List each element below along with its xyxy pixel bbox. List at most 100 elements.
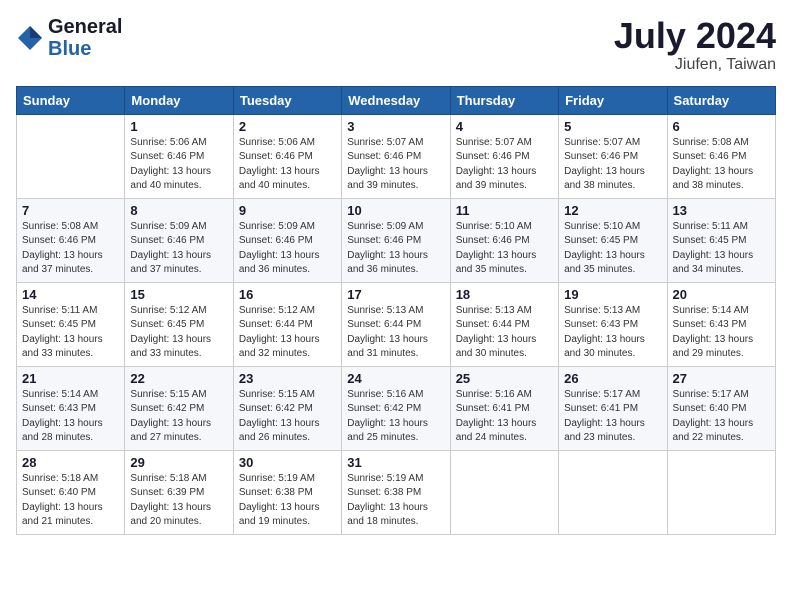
- page-header: General Blue July 2024 Jiufen, Taiwan: [16, 16, 776, 74]
- day-info: Sunrise: 5:17 AMSunset: 6:41 PMDaylight:…: [564, 388, 661, 446]
- day-number: 24: [347, 371, 444, 386]
- location-title: Jiufen, Taiwan: [614, 56, 776, 74]
- calendar-cell: 17Sunrise: 5:13 AMSunset: 6:44 PMDayligh…: [342, 282, 450, 366]
- day-number: 9: [239, 203, 336, 218]
- calendar-cell: 19 Sunrise: 5:13 AMSunset: 6:43 PMDayligh…: [559, 282, 667, 366]
- day-info: Sunrise: 5:10 AMSunset: 6:45 PMDaylight:…: [564, 220, 661, 278]
- day-info: Sunrise: 5:12 AMSunset: 6:45 PMDaylight:…: [130, 304, 227, 362]
- day-info: Sunrise: 5:11 AMSunset: 6:45 PMDaylight:…: [22, 304, 119, 362]
- day-info: Sunrise: 5:12 AMSunset: 6:44 PMDaylight:…: [239, 304, 336, 362]
- day-number: 19: [564, 287, 661, 302]
- day-number: 2: [239, 119, 336, 134]
- day-info: Sunrise: 5:09 AMSunset: 6:46 PMDaylight:…: [239, 220, 336, 278]
- calendar-cell: 22Sunrise: 5:15 AMSunset: 6:42 PMDayligh…: [125, 366, 233, 450]
- calendar-cell: 7Sunrise: 5:08 AMSunset: 6:46 PMDaylight…: [17, 198, 125, 282]
- weekday-header: Sunday: [17, 86, 125, 114]
- day-info: Sunrise: 5:06 AMSunset: 6:46 PMDaylight:…: [130, 136, 227, 194]
- calendar-cell: 4 Sunrise: 5:07 AMSunset: 6:46 PMDaylight…: [450, 114, 558, 198]
- day-number: 29: [130, 455, 227, 470]
- day-number: 18: [456, 287, 553, 302]
- day-info: Sunrise: 5:07 AMSunset: 6:46 PMDaylight:…: [347, 136, 444, 194]
- day-number: 1: [130, 119, 227, 134]
- day-info: Sunrise: 5:15 AMSunset: 6:42 PMDaylight:…: [239, 388, 336, 446]
- day-number: 25: [456, 371, 553, 386]
- month-title: July 2024: [614, 16, 776, 56]
- calendar-cell: 13 Sunrise: 5:11 AMSunset: 6:45 PMDayligh…: [667, 198, 775, 282]
- calendar-cell: 21 Sunrise: 5:14 AMSunset: 6:43 PMDayligh…: [17, 366, 125, 450]
- day-number: 3: [347, 119, 444, 134]
- calendar-cell: 2 Sunrise: 5:06 AMSunset: 6:46 PMDaylight…: [233, 114, 341, 198]
- weekday-header-row: SundayMondayTuesdayWednesdayThursdayFrid…: [17, 86, 776, 114]
- calendar-week-row: 28 Sunrise: 5:18 AMSunset: 6:40 PMDayligh…: [17, 450, 776, 534]
- calendar-cell: 6 Sunrise: 5:08 AMSunset: 6:46 PMDaylight…: [667, 114, 775, 198]
- calendar-cell: 14 Sunrise: 5:11 AMSunset: 6:45 PMDayligh…: [17, 282, 125, 366]
- weekday-header: Friday: [559, 86, 667, 114]
- day-number: 13: [673, 203, 770, 218]
- calendar-cell: 26 Sunrise: 5:17 AMSunset: 6:41 PMDayligh…: [559, 366, 667, 450]
- day-info: Sunrise: 5:07 AMSunset: 6:46 PMDaylight:…: [564, 136, 661, 194]
- calendar-cell: 12 Sunrise: 5:10 AMSunset: 6:45 PMDayligh…: [559, 198, 667, 282]
- day-number: 31: [347, 455, 444, 470]
- day-info: Sunrise: 5:06 AMSunset: 6:46 PMDaylight:…: [239, 136, 336, 194]
- day-number: 16: [239, 287, 336, 302]
- weekday-header: Tuesday: [233, 86, 341, 114]
- day-info: Sunrise: 5:11 AMSunset: 6:45 PMDaylight:…: [673, 220, 770, 278]
- day-info: Sunrise: 5:17 AMSunset: 6:40 PMDaylight:…: [673, 388, 770, 446]
- calendar-cell: 29Sunrise: 5:18 AMSunset: 6:39 PMDayligh…: [125, 450, 233, 534]
- day-number: 28: [22, 455, 119, 470]
- day-info: Sunrise: 5:09 AMSunset: 6:46 PMDaylight:…: [130, 220, 227, 278]
- weekday-header: Monday: [125, 86, 233, 114]
- day-number: 10: [347, 203, 444, 218]
- day-number: 20: [673, 287, 770, 302]
- day-info: Sunrise: 5:14 AMSunset: 6:43 PMDaylight:…: [673, 304, 770, 362]
- day-number: 8: [130, 203, 227, 218]
- day-info: Sunrise: 5:19 AMSunset: 6:38 PMDaylight:…: [347, 472, 444, 530]
- calendar-cell: 23 Sunrise: 5:15 AMSunset: 6:42 PMDayligh…: [233, 366, 341, 450]
- calendar-cell: 3 Sunrise: 5:07 AMSunset: 6:46 PMDaylight…: [342, 114, 450, 198]
- calendar-table: SundayMondayTuesdayWednesdayThursdayFrid…: [16, 86, 776, 535]
- day-info: Sunrise: 5:13 AMSunset: 6:44 PMDaylight:…: [456, 304, 553, 362]
- calendar-cell: 10 Sunrise: 5:09 AMSunset: 6:46 PMDayligh…: [342, 198, 450, 282]
- day-info: Sunrise: 5:18 AMSunset: 6:40 PMDaylight:…: [22, 472, 119, 530]
- calendar-week-row: 21 Sunrise: 5:14 AMSunset: 6:43 PMDayligh…: [17, 366, 776, 450]
- logo-line1: General: [48, 16, 122, 38]
- calendar-cell: 20 Sunrise: 5:14 AMSunset: 6:43 PMDayligh…: [667, 282, 775, 366]
- calendar-week-row: 1 Sunrise: 5:06 AMSunset: 6:46 PMDaylight…: [17, 114, 776, 198]
- calendar-cell: 27 Sunrise: 5:17 AMSunset: 6:40 PMDayligh…: [667, 366, 775, 450]
- calendar-cell: 24Sunrise: 5:16 AMSunset: 6:42 PMDayligh…: [342, 366, 450, 450]
- day-number: 12: [564, 203, 661, 218]
- calendar-cell: 11 Sunrise: 5:10 AMSunset: 6:46 PMDayligh…: [450, 198, 558, 282]
- day-info: Sunrise: 5:14 AMSunset: 6:43 PMDaylight:…: [22, 388, 119, 446]
- day-number: 14: [22, 287, 119, 302]
- day-info: Sunrise: 5:19 AMSunset: 6:38 PMDaylight:…: [239, 472, 336, 530]
- calendar-cell: 30Sunrise: 5:19 AMSunset: 6:38 PMDayligh…: [233, 450, 341, 534]
- day-number: 7: [22, 203, 119, 218]
- calendar-cell: 16 Sunrise: 5:12 AMSunset: 6:44 PMDayligh…: [233, 282, 341, 366]
- calendar-cell: 31 Sunrise: 5:19 AMSunset: 6:38 PMDayligh…: [342, 450, 450, 534]
- weekday-header: Thursday: [450, 86, 558, 114]
- day-number: 6: [673, 119, 770, 134]
- day-info: Sunrise: 5:07 AMSunset: 6:46 PMDaylight:…: [456, 136, 553, 194]
- logo: General Blue: [16, 16, 122, 60]
- calendar-cell: 28 Sunrise: 5:18 AMSunset: 6:40 PMDayligh…: [17, 450, 125, 534]
- day-number: 26: [564, 371, 661, 386]
- day-info: Sunrise: 5:09 AMSunset: 6:46 PMDaylight:…: [347, 220, 444, 278]
- calendar-cell: 25Sunrise: 5:16 AMSunset: 6:41 PMDayligh…: [450, 366, 558, 450]
- day-number: 4: [456, 119, 553, 134]
- day-number: 15: [130, 287, 227, 302]
- day-number: 21: [22, 371, 119, 386]
- day-number: 5: [564, 119, 661, 134]
- weekday-header: Saturday: [667, 86, 775, 114]
- day-number: 17: [347, 287, 444, 302]
- day-info: Sunrise: 5:08 AMSunset: 6:46 PMDaylight:…: [673, 136, 770, 194]
- day-info: Sunrise: 5:10 AMSunset: 6:46 PMDaylight:…: [456, 220, 553, 278]
- day-number: 11: [456, 203, 553, 218]
- calendar-cell: 5 Sunrise: 5:07 AMSunset: 6:46 PMDaylight…: [559, 114, 667, 198]
- calendar-cell: 1 Sunrise: 5:06 AMSunset: 6:46 PMDaylight…: [125, 114, 233, 198]
- logo-line2: Blue: [48, 38, 122, 60]
- day-number: 27: [673, 371, 770, 386]
- day-info: Sunrise: 5:13 AMSunset: 6:43 PMDaylight:…: [564, 304, 661, 362]
- day-number: 23: [239, 371, 336, 386]
- logo-icon: [16, 24, 44, 52]
- calendar-cell: [667, 450, 775, 534]
